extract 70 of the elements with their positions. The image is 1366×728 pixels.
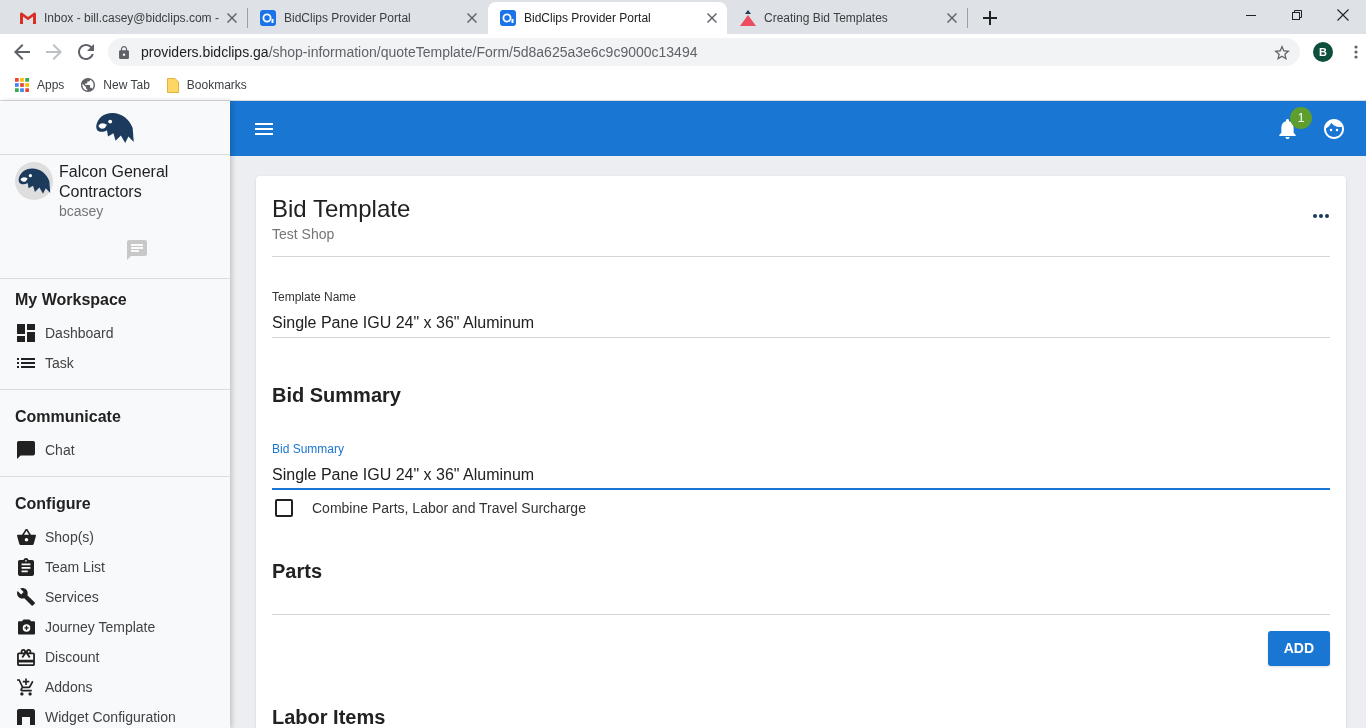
- checkbox-label: Combine Parts, Labor and Travel Surcharge: [312, 498, 586, 518]
- nav-item[interactable]: Addons: [45, 676, 93, 698]
- section-title: Configure: [14, 494, 92, 514]
- apps-grid-icon[interactable]: [15, 78, 29, 92]
- browser-tab[interactable]: Inbox - bill.casey@bidclips.com -: [8, 2, 247, 34]
- text-field[interactable]: Single Pane IGU 24" x 36" Aluminum: [272, 309, 1330, 338]
- chat-icon: [17, 441, 35, 459]
- checkbox[interactable]: [275, 499, 293, 517]
- page-subtitle: Test Shop: [272, 225, 336, 243]
- back-arrow-icon[interactable]: [14, 44, 30, 60]
- close-icon[interactable]: [707, 13, 717, 23]
- add-button[interactable]: ADD: [1267, 631, 1330, 666]
- clipboard-icon: [18, 558, 34, 576]
- bookmark-link[interactable]: New Tab: [103, 76, 150, 94]
- gift-card-icon: [17, 648, 35, 666]
- section-heading: Parts: [272, 559, 324, 584]
- more-icon[interactable]: [1354, 45, 1358, 59]
- field-label: Bid Summary: [272, 441, 346, 457]
- url-text: providers.bidclips.ga/shop-information/quoteTemplate/Form/5d8a625a3e6c9c9000c13494: [141, 42, 698, 62]
- bird-avatar-icon: [15, 162, 53, 200]
- bird-logo-icon: [96, 112, 134, 143]
- nav-item[interactable]: Widget Configuration: [45, 706, 176, 728]
- nav-item[interactable]: Shop(s): [45, 526, 95, 548]
- nav-item[interactable]: Chat: [45, 439, 75, 461]
- tile-logo-icon: [260, 10, 276, 26]
- browser-tab[interactable]: Creating Bid Templates: [728, 2, 967, 34]
- page-title: Bid Template: [272, 194, 411, 224]
- bookmark-link[interactable]: Bookmarks: [186, 76, 247, 94]
- lock-icon: [119, 45, 129, 59]
- tile-logo-icon: [500, 10, 516, 26]
- nav-item[interactable]: Journey Template: [45, 616, 156, 638]
- section-heading: Bid Summary: [272, 383, 402, 408]
- dashboard-icon: [17, 324, 35, 342]
- menu-icon[interactable]: [255, 122, 273, 135]
- widget-icon: [17, 709, 35, 725]
- address-bar[interactable]: providers.bidclips.ga/shop-information/quoteTemplate/Form/5d8a625a3e6c9c9000c13494: [108, 38, 1300, 66]
- nav-item[interactable]: Discount: [45, 646, 100, 668]
- section-title: My Workspace: [14, 290, 128, 310]
- reload-icon[interactable]: [78, 44, 94, 60]
- nav-item[interactable]: Task: [45, 352, 74, 374]
- section-heading: Labor Items: [272, 705, 387, 728]
- minimize-icon[interactable]: [1246, 14, 1256, 16]
- field-label: Template Name: [272, 289, 358, 305]
- profile-avatar[interactable]: B: [1313, 42, 1333, 62]
- nav-item[interactable]: Dashboard: [45, 322, 114, 344]
- cart-plus-icon: [17, 678, 35, 696]
- more-icon[interactable]: [1313, 214, 1329, 218]
- browser-tab[interactable]: BidClips Provider Portal: [248, 2, 487, 34]
- text-field[interactable]: Single Pane IGU 24" x 36" Aluminum: [272, 461, 1330, 490]
- restore-icon[interactable]: [1292, 10, 1302, 20]
- plus-icon[interactable]: [983, 11, 997, 25]
- nav-item[interactable]: Team List: [45, 556, 105, 578]
- close-icon[interactable]: [1337, 9, 1349, 21]
- wrench-icon: [17, 588, 35, 606]
- nav-item[interactable]: Services: [45, 586, 99, 608]
- face-icon[interactable]: [1324, 118, 1344, 139]
- notification-badge: 1: [1290, 106, 1312, 129]
- camera-plus-icon: [17, 619, 35, 635]
- list-icon: [17, 358, 35, 368]
- triangle-logo-icon: [740, 10, 756, 26]
- bell-icon[interactable]: [1279, 118, 1296, 139]
- browser-tab[interactable]: BidClips Provider Portal: [488, 2, 727, 34]
- section-title: Communicate: [14, 407, 122, 427]
- bookmark-link[interactable]: Apps: [37, 76, 65, 94]
- globe-icon[interactable]: [81, 78, 96, 92]
- mail-logo-icon: [20, 12, 36, 24]
- basket-icon: [16, 529, 36, 545]
- username: bcasey: [59, 202, 105, 220]
- company-name: Falcon General Contractors: [59, 162, 170, 202]
- star-icon[interactable]: [1274, 44, 1290, 60]
